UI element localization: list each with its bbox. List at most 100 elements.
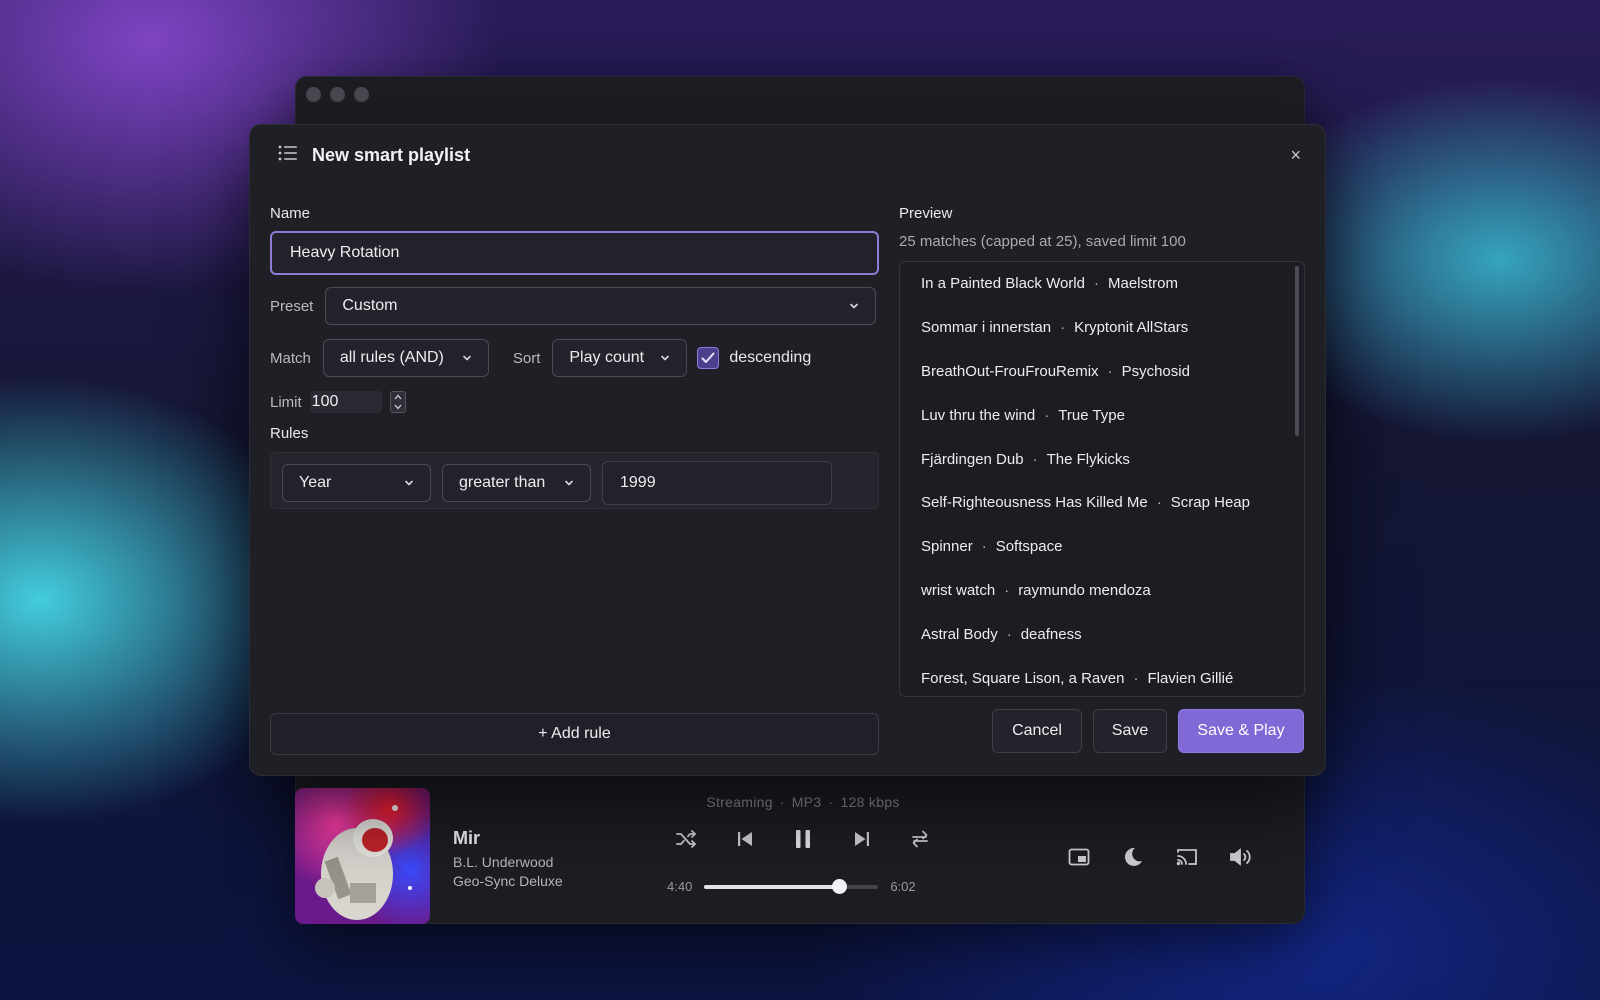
pause-icon[interactable] (788, 824, 818, 854)
zoom-window-dot[interactable] (354, 87, 369, 102)
player-extras (1065, 843, 1255, 871)
preview-scrollbar[interactable] (1295, 266, 1299, 436)
sort-label: Sort (512, 349, 541, 367)
save-button[interactable]: Save (1093, 709, 1167, 753)
match-value: all rules (AND) (339, 349, 444, 366)
preview-item-artist: Scrap Heap (1170, 494, 1250, 512)
sort-select[interactable]: Play count (552, 339, 688, 377)
track-title[interactable]: Mir (453, 828, 563, 849)
next-icon[interactable] (847, 824, 877, 854)
match-label: Match (270, 349, 311, 367)
preview-item-separator: · (981, 538, 987, 556)
preview-item-title: Sommar i innerstan (921, 319, 1052, 337)
preview-item-separator: · (1093, 275, 1099, 293)
preview-list-item[interactable]: Forest, Square Lison, a Raven · Flavien Gi… (900, 656, 1304, 696)
preview-list-item[interactable]: Fjärdingen Dub · The Flykicks (900, 437, 1304, 481)
preview-item-artist: Flavien Gillié (1147, 669, 1234, 687)
name-label: Name (270, 205, 311, 222)
add-rule-button[interactable]: + Add rule (270, 713, 879, 755)
track-artist[interactable]: B.L. Underwood (453, 853, 563, 872)
miniplayer-icon[interactable] (1065, 843, 1093, 871)
close-button[interactable]: × (1290, 145, 1301, 166)
preview-item-artist: The Flykicks (1046, 450, 1130, 468)
preset-select[interactable]: Custom (325, 287, 877, 325)
limit-row: Limit 100 (270, 391, 406, 413)
preview-item-title: Fjärdingen Dub (921, 450, 1024, 468)
preview-list-item[interactable]: Astral Body · deafness (900, 612, 1304, 656)
preview-item-title: Luv thru the wind (921, 406, 1036, 424)
preview-item-separator: · (1004, 581, 1010, 599)
stream-format: MP3 (791, 794, 822, 810)
save-and-play-button[interactable]: Save & Play (1178, 709, 1304, 753)
preview-item-artist: Kryptonit AllStars (1074, 319, 1189, 337)
preview-item-artist: Psychosid (1121, 362, 1190, 380)
track-album[interactable]: Geo-Sync Deluxe (453, 872, 563, 891)
progress-fill (704, 884, 840, 889)
preview-item-separator: · (1044, 406, 1050, 424)
preview-item-title: In a Painted Black World (921, 275, 1085, 293)
check-icon (701, 352, 715, 363)
preview-item-title: Spinner (921, 538, 973, 556)
name-input[interactable]: Heavy Rotation (270, 231, 879, 275)
preview-item-title: wrist watch (921, 581, 996, 599)
repeat-icon[interactable] (905, 824, 935, 854)
preview-item-separator: · (1156, 494, 1162, 512)
rules-list: Year greater than 1999 (270, 452, 879, 509)
preview-list[interactable]: In a Painted Black World · Maelstrom Sommar… (899, 261, 1305, 697)
limit-stepper[interactable] (389, 391, 406, 413)
progress-slider[interactable] (704, 878, 879, 894)
stream-source: Streaming (706, 794, 773, 810)
chevron-down-icon (405, 480, 413, 486)
limit-input[interactable]: 100 (309, 391, 382, 413)
elapsed-time: 4:40 (667, 879, 693, 894)
preview-list-item[interactable]: BreathOut-FrouFrouRemix · Psychosid (900, 350, 1304, 394)
descending-checkbox[interactable] (697, 347, 720, 369)
preview-list-item[interactable]: Sommar i innerstan · Kryptonit AllStars (900, 306, 1304, 350)
preview-item-artist: raymundo mendoza (1018, 581, 1151, 599)
preview-item-artist: deafness (1020, 625, 1082, 643)
stepper-down-icon[interactable] (391, 402, 405, 412)
preview-item-artist: Softspace (995, 538, 1063, 556)
preset-label: Preset (270, 297, 314, 315)
sort-value: Play count (569, 349, 645, 366)
preview-list-item[interactable]: Spinner · Softspace (900, 525, 1304, 569)
preview-item-separator: · (1107, 362, 1113, 380)
preview-item-title: Forest, Square Lison, a Raven (921, 669, 1125, 687)
preview-list-item[interactable]: wrist watch · raymundo mendoza (900, 569, 1304, 613)
preview-list-item[interactable]: Luv thru the wind · True Type (900, 393, 1304, 437)
preview-item-title: BreathOut-FrouFrouRemix (921, 362, 1099, 380)
sleep-timer-icon[interactable] (1119, 843, 1147, 871)
dialog-actions: Cancel Save Save & Play (992, 709, 1304, 753)
cast-icon[interactable] (1173, 843, 1201, 871)
minimize-window-dot[interactable] (330, 87, 345, 102)
match-select[interactable]: all rules (AND) (322, 339, 489, 377)
preview-list-item[interactable]: In a Painted Black World · Maelstrom (900, 262, 1304, 306)
preview-item-artist: True Type (1058, 406, 1125, 424)
previous-icon[interactable] (730, 824, 760, 854)
preview-item-separator: · (1133, 669, 1139, 687)
preview-item-title: Astral Body (921, 625, 998, 643)
stepper-up-icon[interactable] (391, 392, 405, 402)
window-controls (306, 87, 369, 102)
close-window-dot[interactable] (306, 87, 321, 102)
progress-thumb[interactable] (832, 878, 848, 894)
album-art (295, 788, 430, 924)
rule-value-input[interactable]: 1999 (602, 461, 832, 505)
cancel-button[interactable]: Cancel (992, 709, 1082, 753)
preview-list-item[interactable]: Self-Righteousness Has Killed Me · Scrap H… (900, 481, 1304, 525)
rule-operator-select[interactable]: greater than (442, 464, 591, 502)
stream-bitrate: 128 kbps (840, 794, 900, 810)
total-duration: 6:02 (890, 879, 916, 894)
preview-item-separator: · (1060, 319, 1066, 337)
preview-label: Preview (899, 205, 953, 222)
smart-playlist-dialog: New smart playlist × Name Heavy Rotation… (249, 124, 1326, 776)
limit-label: Limit (270, 393, 302, 411)
preview-item-artist: Maelstrom (1107, 275, 1178, 293)
shuffle-icon[interactable] (671, 824, 701, 854)
rule-field-select[interactable]: Year (282, 464, 431, 502)
volume-icon[interactable] (1227, 843, 1255, 871)
descending-label[interactable]: descending (729, 349, 811, 367)
preview-summary: 25 matches (capped at 25), saved limit 1… (899, 233, 1186, 250)
chevron-down-icon (565, 480, 573, 486)
stream-info: Streaming · MP3 · 128 kbps (706, 794, 900, 810)
